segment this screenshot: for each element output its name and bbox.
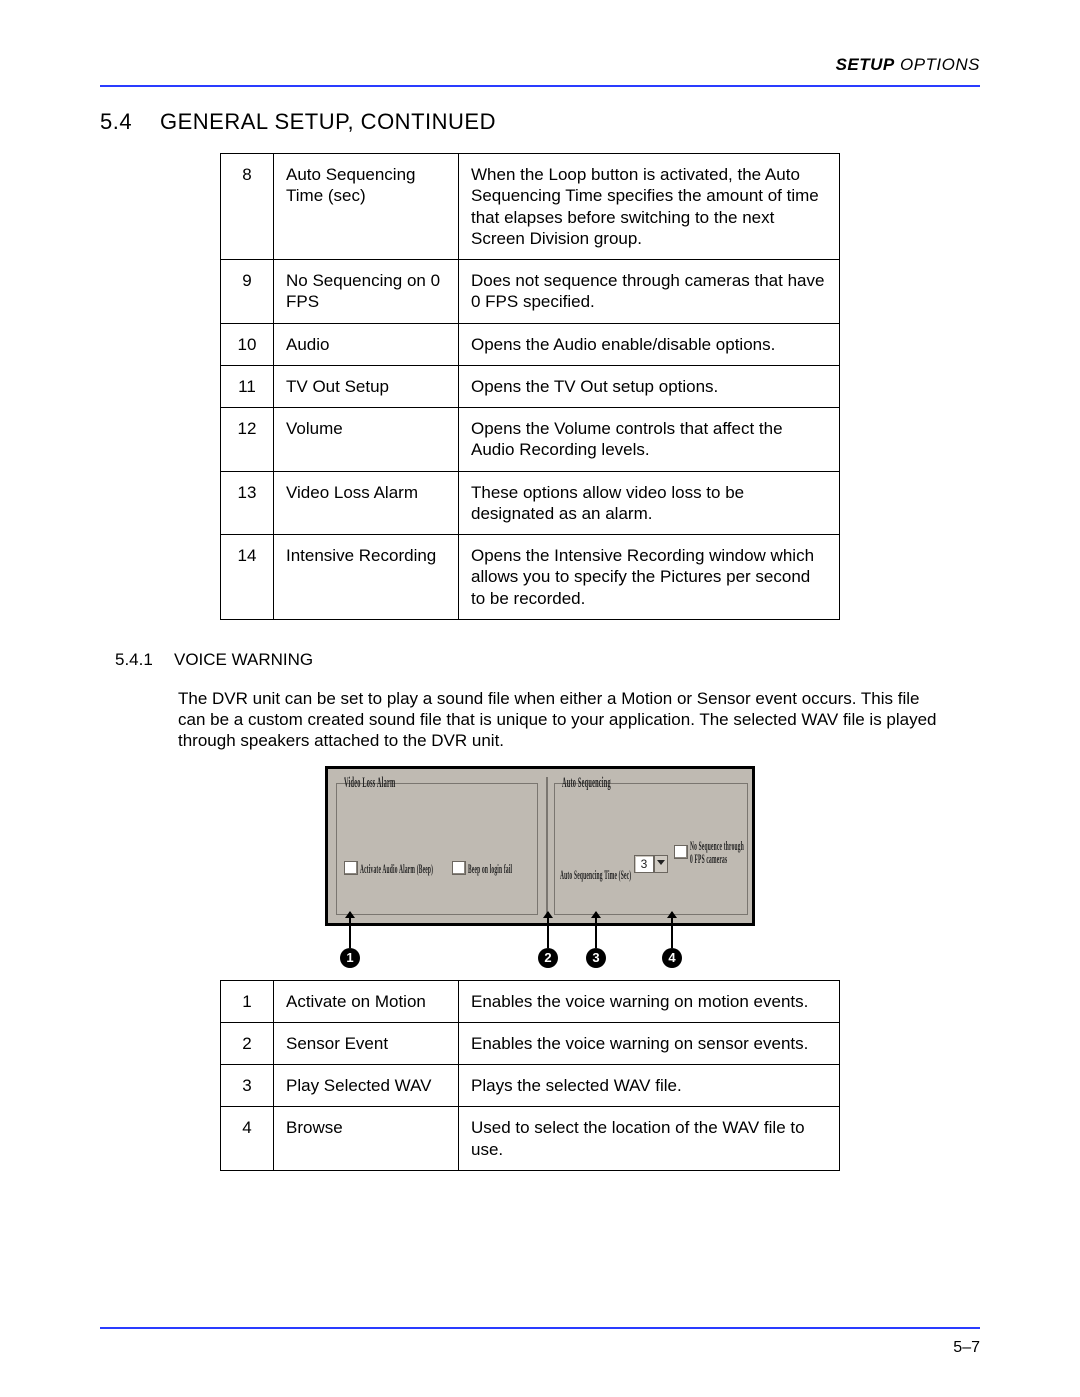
beep-on-login-fail-checkbox[interactable] — [452, 861, 466, 875]
page: SETUP OPTIONS 5.4GENERAL SETUP, CONTINUE… — [0, 0, 1080, 1397]
marker-stem-2 — [547, 912, 549, 948]
row-name: Auto Sequencing Time (sec) — [274, 154, 459, 260]
row-name: Audio — [274, 323, 459, 365]
row-description: When the Loop button is activated, the A… — [459, 154, 840, 260]
options-table-1: 8Auto Sequencing Time (sec)When the Loop… — [220, 153, 840, 620]
voice-warning-paragraph: The DVR unit can be set to play a sound … — [178, 688, 940, 752]
row-description: Used to select the location of the WAV f… — [459, 1107, 840, 1171]
callout-markers: 1 2 3 4 — [325, 932, 755, 978]
header-rest: OPTIONS — [895, 55, 980, 74]
no-sequence-0fps-checkbox[interactable] — [674, 845, 688, 859]
row-description: Does not sequence through cameras that h… — [459, 260, 840, 324]
row-number: 8 — [221, 154, 274, 260]
row-number: 11 — [221, 365, 274, 407]
auto-sequencing-label: Auto Sequencing — [562, 775, 611, 792]
row-name: Sensor Event — [274, 1022, 459, 1064]
figure-wrap: Video Loss Alarm Activate Audio Alarm (B… — [325, 766, 755, 926]
table-row: 8Auto Sequencing Time (sec)When the Loop… — [221, 154, 840, 260]
section-heading: 5.4GENERAL SETUP, CONTINUED — [100, 109, 980, 135]
table-row: 1Activate on MotionEnables the voice war… — [221, 980, 840, 1022]
beep-on-login-fail-label: Beep on login fail — [468, 861, 512, 877]
auto-seq-time-label: Auto Sequencing Time (Sec) — [560, 867, 631, 883]
row-number: 9 — [221, 260, 274, 324]
section-title: GENERAL SETUP, CONTINUED — [160, 109, 496, 134]
row-number: 12 — [221, 408, 274, 472]
row-description: Enables the voice warning on sensor even… — [459, 1022, 840, 1064]
row-description: These options allow video loss to be des… — [459, 471, 840, 535]
marker-stem-1 — [349, 912, 351, 948]
row-number: 14 — [221, 535, 274, 620]
marker-1: 1 — [340, 948, 360, 968]
row-name: Video Loss Alarm — [274, 471, 459, 535]
row-description: Opens the Volume controls that affect th… — [459, 408, 840, 472]
row-name: Browse — [274, 1107, 459, 1171]
row-description: Enables the voice warning on motion even… — [459, 980, 840, 1022]
row-name: TV Out Setup — [274, 365, 459, 407]
row-number: 2 — [221, 1022, 274, 1064]
row-name: Volume — [274, 408, 459, 472]
row-description: Plays the selected WAV file. — [459, 1065, 840, 1107]
auto-seq-time-input[interactable]: 3 — [634, 855, 654, 873]
bottom-rule — [100, 1327, 980, 1329]
marker-stem-4 — [671, 912, 673, 948]
row-description: Opens the Intensive Recording window whi… — [459, 535, 840, 620]
table-row: 10AudioOpens the Audio enable/disable op… — [221, 323, 840, 365]
section-number: 5.4 — [100, 109, 160, 135]
row-name: Activate on Motion — [274, 980, 459, 1022]
table-row: 3Play Selected WAVPlays the selected WAV… — [221, 1065, 840, 1107]
table-row: 11TV Out SetupOpens the TV Out setup opt… — [221, 365, 840, 407]
auto-seq-time-dropdown[interactable] — [654, 855, 668, 873]
row-number: 13 — [221, 471, 274, 535]
marker-2: 2 — [538, 948, 558, 968]
page-number: 5–7 — [100, 1339, 980, 1357]
options-table-2: 1Activate on MotionEnables the voice war… — [220, 980, 840, 1171]
video-loss-alarm-label: Video Loss Alarm — [344, 775, 395, 792]
table-row: 14Intensive RecordingOpens the Intensive… — [221, 535, 840, 620]
row-name: Intensive Recording — [274, 535, 459, 620]
table-row: 4BrowseUsed to select the location of th… — [221, 1107, 840, 1171]
table-row: 12VolumeOpens the Volume controls that a… — [221, 408, 840, 472]
activate-audio-alarm-label: Activate Audio Alarm (Beep) — [360, 861, 433, 877]
header-bold: SETUP — [836, 55, 895, 74]
marker-4: 4 — [662, 948, 682, 968]
row-number: 1 — [221, 980, 274, 1022]
panel-divider — [546, 777, 548, 915]
marker-stem-3 — [595, 912, 597, 948]
row-number: 10 — [221, 323, 274, 365]
no-sequence-0fps-label: No Sequence through0 FPS cameras — [690, 839, 744, 866]
table-row: 13Video Loss AlarmThese options allow vi… — [221, 471, 840, 535]
activate-audio-alarm-checkbox[interactable] — [344, 861, 358, 875]
subsection-heading: 5.4.1VOICE WARNING — [100, 650, 980, 670]
top-rule — [100, 85, 980, 87]
marker-3: 3 — [586, 948, 606, 968]
settings-panel-figure: Video Loss Alarm Activate Audio Alarm (B… — [325, 766, 755, 926]
row-description: Opens the TV Out setup options. — [459, 365, 840, 407]
video-loss-alarm-group — [336, 783, 538, 915]
table-row: 9No Sequencing on 0 FPSDoes not sequence… — [221, 260, 840, 324]
footer: 5–7 — [100, 1327, 980, 1357]
row-number: 4 — [221, 1107, 274, 1171]
row-name: No Sequencing on 0 FPS — [274, 260, 459, 324]
row-description: Opens the Audio enable/disable options. — [459, 323, 840, 365]
subsection-number: 5.4.1 — [115, 650, 170, 670]
row-name: Play Selected WAV — [274, 1065, 459, 1107]
row-number: 3 — [221, 1065, 274, 1107]
table-row: 2Sensor EventEnables the voice warning o… — [221, 1022, 840, 1064]
subsection-title: VOICE WARNING — [174, 650, 313, 669]
running-header: SETUP OPTIONS — [100, 55, 980, 75]
